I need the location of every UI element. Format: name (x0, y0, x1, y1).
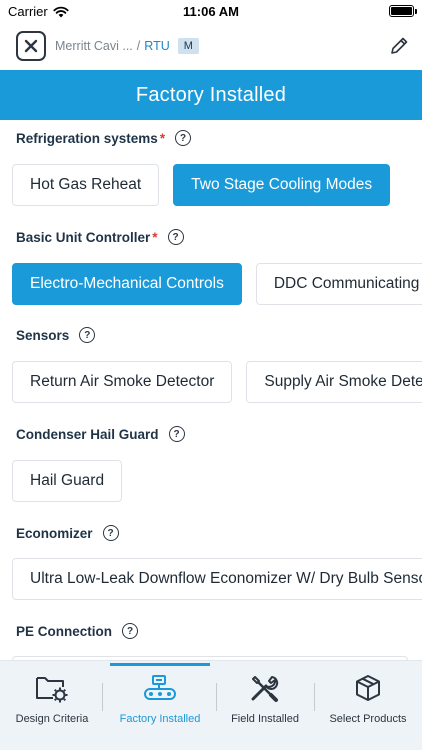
unit-badge: M (177, 38, 199, 54)
tab-label: Factory Installed (119, 713, 201, 725)
close-icon (24, 39, 38, 53)
breadcrumb-unit[interactable]: RTU (144, 39, 169, 53)
tools-icon (251, 676, 279, 702)
refrigeration-options: Hot Gas Reheat Two Stage Cooling Modes (12, 164, 391, 206)
economizer-label: Economizer ? (16, 525, 119, 541)
options-list[interactable]: Refrigeration systems * ? Hot Gas Reheat… (0, 120, 422, 660)
economizer-options: Ultra Low-Leak Downflow Economizer W/ Dr… (12, 558, 422, 600)
tab-factory-installed[interactable]: Factory Installed (110, 661, 210, 737)
option-two-stage-cooling[interactable]: Two Stage Cooling Modes (173, 164, 391, 206)
economizer-label-text: Economizer (16, 525, 93, 541)
nav-bar: Merritt Cavi ... / RTU M (0, 24, 422, 70)
option-return-air-smoke[interactable]: Return Air Smoke Detector (12, 361, 233, 403)
breadcrumb-separator: / (136, 39, 141, 53)
status-time: 11:06 AM (183, 4, 239, 19)
help-icon[interactable]: ? (168, 426, 185, 442)
edit-button[interactable] (388, 35, 410, 57)
option-electro-mechanical[interactable]: Electro-Mechanical Controls (12, 263, 242, 305)
close-button[interactable] (16, 31, 46, 61)
breadcrumb: Merritt Cavi ... / RTU M (55, 38, 199, 54)
tab-bar: Design Criteria Factory Installed Field … (0, 660, 422, 750)
tab-label: Design Criteria (15, 713, 89, 725)
help-icon[interactable]: ? (122, 623, 139, 639)
refrigeration-label: Refrigeration systems * ? (16, 130, 192, 146)
help-icon[interactable]: ? (175, 130, 192, 146)
pe-connection-label-text: PE Connection (16, 623, 113, 639)
tab-label: Field Installed (231, 713, 299, 725)
battery-icon (389, 5, 417, 17)
help-icon[interactable]: ? (79, 327, 96, 343)
refrigeration-label-text: Refrigeration systems (16, 130, 158, 146)
hail-guard-options: Hail Guard (12, 460, 123, 502)
breadcrumb-project[interactable]: Merritt Cavi ... (55, 39, 133, 53)
box-icon (356, 675, 380, 701)
tab-label: Select Products (329, 713, 407, 725)
controller-options: Electro-Mechanical Controls DDC Communic… (12, 263, 422, 305)
hail-guard-label: Condenser Hail Guard ? (16, 426, 185, 442)
status-bar: Carrier 11:06 AM (0, 0, 422, 24)
option-supply-air-smoke[interactable]: Supply Air Smoke Detector (246, 361, 422, 403)
help-icon[interactable]: ? (102, 525, 119, 541)
controller-label: Basic Unit Controller * ? (16, 229, 184, 245)
sensors-label-text: Sensors (16, 327, 70, 343)
folder-gear-icon (36, 677, 68, 703)
required-marker: * (159, 130, 166, 146)
pencil-icon (391, 37, 408, 54)
required-marker: * (152, 229, 158, 245)
controller-label-text: Basic Unit Controller (16, 229, 151, 245)
tab-divider (102, 683, 103, 711)
help-icon[interactable]: ? (167, 229, 184, 245)
option-ddc-communicating[interactable]: DDC Communicating Controls (255, 263, 422, 305)
tab-design-criteria[interactable]: Design Criteria (4, 661, 100, 737)
tab-divider (216, 683, 217, 711)
tab-select-products[interactable]: Select Products (320, 661, 416, 737)
tab-divider (314, 683, 315, 711)
option-hot-gas-reheat[interactable]: Hot Gas Reheat (12, 164, 160, 206)
sensors-options: Return Air Smoke Detector Supply Air Smo… (12, 361, 422, 403)
pe-connection-label: PE Connection ? (16, 623, 139, 639)
option-hail-guard[interactable]: Hail Guard (12, 460, 123, 502)
page-title: Factory Installed (135, 83, 287, 106)
page-header: Factory Installed (0, 70, 422, 120)
sensors-label: Sensors ? (16, 327, 96, 343)
option-ultra-low-leak-economizer[interactable]: Ultra Low-Leak Downflow Economizer W/ Dr… (12, 558, 422, 600)
hail-guard-label-text: Condenser Hail Guard (16, 426, 159, 442)
conveyor-icon (144, 675, 176, 700)
tab-field-installed[interactable]: Field Installed (220, 661, 310, 737)
